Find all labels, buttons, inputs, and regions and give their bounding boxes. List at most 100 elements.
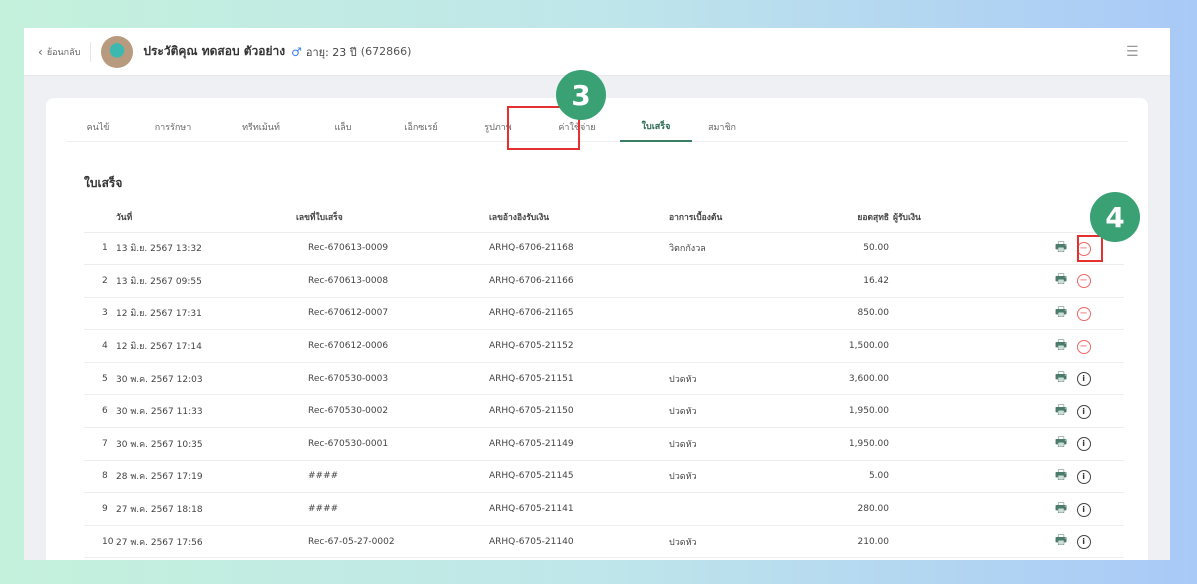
info-icon[interactable]: i <box>1076 535 1091 550</box>
cell-no: Rec-670613-0009 <box>296 232 489 266</box>
cell-sym: ปวดหัว <box>669 362 819 396</box>
printer-icon[interactable]: 🖶 <box>1054 339 1068 353</box>
cell-net: 16.42 <box>819 264 889 298</box>
step-badge-3: 3 <box>556 70 606 120</box>
patient-age: อายุ: 23 ปี <box>305 45 357 59</box>
printer-icon[interactable]: 🖶 <box>1054 436 1068 450</box>
tab-bar: คนไข้ การรักษา ทรีทเม้นท์ แล็บ เอ็กซเรย์ รูปภ… <box>66 112 1128 142</box>
cell-actions: 🖶 − <box>1054 297 1124 331</box>
tab-0[interactable]: คนไข้ <box>66 112 130 142</box>
tab-1[interactable]: การรักษา <box>130 112 216 142</box>
col-symptom: อาการเบื้องต้น <box>669 202 819 233</box>
col-index <box>84 202 116 233</box>
table-row: 8 28 พ.ค. 2567 17:19 #### ARHQ-6705-21145 ปว… <box>84 460 1124 494</box>
cell-actions: 🖶 i <box>1054 492 1124 526</box>
table-row: 4 12 มิ.ย. 2567 17:14 Rec-670612-0006 ARHQ-… <box>84 329 1124 363</box>
cell-actions: 🖶 i <box>1054 525 1124 559</box>
col-receiver: ผู้รับเงิน <box>889 202 1054 233</box>
col-net: ยอดสุทธิ <box>819 202 889 233</box>
info-icon[interactable]: i <box>1076 437 1091 452</box>
printer-icon[interactable]: 🖶 <box>1054 371 1068 385</box>
cell-sym: ปวดหัว <box>669 460 819 494</box>
info-icon[interactable]: i <box>1076 404 1091 419</box>
table-row: 7 30 พ.ค. 2567 10:35 Rec-670530-0001 ARHQ-6… <box>84 427 1124 461</box>
patient-hn: (672866) <box>360 45 412 58</box>
table-row: 2 13 มิ.ย. 2567 09:55 Rec-670613-0008 ARHQ-… <box>84 264 1124 298</box>
cell-ref: ARHQ-6706-21168 <box>489 232 669 266</box>
highlight-cancel-button <box>1077 235 1103 262</box>
cell-index: 6 <box>84 394 116 429</box>
printer-icon[interactable]: 🖶 <box>1054 241 1068 255</box>
cell-sym <box>669 264 819 298</box>
cell-ref: ARHQ-6705-21140 <box>489 525 669 559</box>
printer-icon[interactable]: 🖶 <box>1054 534 1068 548</box>
cell-date: 12 มิ.ย. 2567 17:31 <box>116 297 296 331</box>
cell-no: #### <box>296 492 489 526</box>
cell-receiver <box>889 460 1054 494</box>
cell-actions: 🖶 i <box>1054 394 1124 429</box>
cell-ref: ARHQ-6705-21152 <box>489 329 669 363</box>
info-icon[interactable]: i <box>1076 469 1091 484</box>
chevron-left-icon: ‹ <box>38 44 43 59</box>
table-row: 9 27 พ.ค. 2567 18:18 #### ARHQ-6705-21141 28… <box>84 492 1124 526</box>
cell-actions: 🖶 − <box>1054 329 1124 363</box>
back-label: ย้อนกลับ <box>46 47 81 58</box>
printer-icon[interactable]: 🖶 <box>1054 502 1068 516</box>
printer-icon[interactable]: 🖶 <box>1054 306 1068 320</box>
cell-no: #### <box>296 460 489 494</box>
cell-date: 30 พ.ค. 2567 10:35 <box>116 427 296 461</box>
cell-net: 210.00 <box>819 525 889 559</box>
cell-net: 280.00 <box>819 492 889 526</box>
tab-8[interactable]: สมาชิก <box>692 112 752 142</box>
cell-no: Rec-67-05-27-0002 <box>296 525 489 559</box>
table-row: 6 30 พ.ค. 2567 11:33 Rec-670530-0002 ARHQ-6… <box>84 394 1124 429</box>
male-icon: ♂ <box>291 44 302 59</box>
avatar <box>101 35 134 68</box>
table-row: 10 27 พ.ค. 2567 17:56 Rec-67-05-27-0002 ARH… <box>84 525 1124 559</box>
cell-ref: ARHQ-6706-21166 <box>489 264 669 298</box>
tab-4[interactable]: เอ็กซเรย์ <box>380 112 462 142</box>
cell-ref: ARHQ-6706-21165 <box>489 297 669 331</box>
cell-actions: 🖶 i <box>1054 362 1124 396</box>
cell-actions: 🖶 i <box>1054 427 1124 461</box>
cell-ref: ARHQ-6705-21151 <box>489 362 669 396</box>
table-row: 3 12 มิ.ย. 2567 17:31 Rec-670612-0007 ARHQ-… <box>84 297 1124 331</box>
printer-icon[interactable]: 🖶 <box>1054 404 1068 418</box>
cell-sym: ปวดหัว <box>669 427 819 461</box>
hamburger-menu-icon[interactable]: ☰ <box>1126 44 1140 60</box>
info-icon[interactable]: i <box>1076 502 1091 517</box>
cell-date: 12 มิ.ย. 2567 17:14 <box>116 329 296 363</box>
patient-name: ประวัติคุณ ทดสอบ ตัวอย่าง <box>143 44 286 58</box>
col-ref: เลขอ้างอิงรับเงิน <box>489 202 669 233</box>
cancel-receipt-icon[interactable]: − <box>1076 274 1091 289</box>
cell-date: 13 มิ.ย. 2567 13:32 <box>116 232 296 266</box>
cell-receiver <box>889 525 1054 559</box>
cell-index: 9 <box>84 492 116 526</box>
cell-no: Rec-670613-0008 <box>296 264 489 298</box>
printer-icon[interactable]: 🖶 <box>1054 469 1068 483</box>
cell-no: Rec-670612-0006 <box>296 329 489 363</box>
cell-receiver <box>889 492 1054 526</box>
cell-sym <box>669 329 819 363</box>
cell-ref: ARHQ-6705-21149 <box>489 427 669 461</box>
back-button[interactable]: ‹ ย้อนกลับ <box>38 41 92 62</box>
cell-net: 50.00 <box>819 232 889 266</box>
content-card: คนไข้ การรักษา ทรีทเม้นท์ แล็บ เอ็กซเรย์ รูปภ… <box>46 98 1148 560</box>
top-bar: ‹ ย้อนกลับ ประวัติคุณ ทดสอบ ตัวอย่าง ♂ อา… <box>24 28 1170 76</box>
tab-2[interactable]: ทรีทเม้นท์ <box>216 112 306 142</box>
cell-no: Rec-670530-0001 <box>296 427 489 461</box>
cell-ref: ARHQ-6705-21141 <box>489 492 669 526</box>
cell-index: 10 <box>84 525 116 559</box>
printer-icon[interactable]: 🖶 <box>1054 273 1068 287</box>
cell-no: Rec-670530-0002 <box>296 394 489 429</box>
tab-7[interactable]: ใบเสร็จ <box>620 112 692 142</box>
tab-3[interactable]: แล็บ <box>306 112 380 142</box>
cell-index: 4 <box>84 329 116 363</box>
cell-net: 850.00 <box>819 297 889 331</box>
cell-receiver <box>889 362 1054 396</box>
cancel-receipt-icon[interactable]: − <box>1076 339 1091 354</box>
cell-index: 1 <box>84 232 116 266</box>
table-row: 1 13 มิ.ย. 2567 13:32 Rec-670613-0009 ARHQ-… <box>84 232 1124 266</box>
cancel-receipt-icon[interactable]: − <box>1076 306 1091 321</box>
info-icon[interactable]: i <box>1076 372 1091 387</box>
